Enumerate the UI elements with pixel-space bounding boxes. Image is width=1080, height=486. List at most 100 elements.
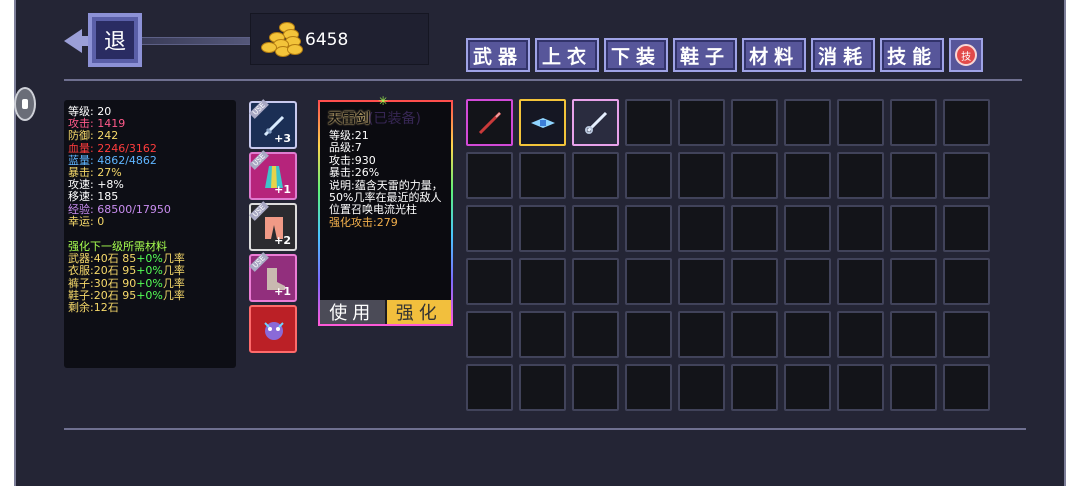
inventory-slot[interactable] [572,205,619,252]
tab-weapon[interactable]: 武器 [466,38,531,72]
inventory-slot[interactable] [466,364,513,411]
inventory-slot[interactable] [784,258,831,305]
inventory-slot[interactable] [466,152,513,199]
inventory-slot[interactable] [519,258,566,305]
inventory-slot[interactable] [572,311,619,358]
inventory-slot[interactable] [678,311,725,358]
tab-materials[interactable]: 材料 [742,38,807,72]
gold-panel: 6458 [250,13,429,65]
gold-coins-icon [255,20,303,58]
inventory-slot[interactable] [784,311,831,358]
inventory-slot[interactable] [943,364,990,411]
inventory-slot[interactable] [678,364,725,411]
inventory-slot[interactable] [519,205,566,252]
back-label: 退 [96,21,134,59]
header-decoration [142,37,252,45]
stat-hp: 血量: 2246/3162 [68,141,157,155]
inventory-slot[interactable] [784,364,831,411]
inventory-slot[interactable] [519,152,566,199]
skill-refresh-icon: 技 [955,44,978,66]
armor-plus: +1 [274,183,291,196]
inventory-slot[interactable] [784,99,831,146]
tab-consumables[interactable]: 消耗 [811,38,876,72]
inventory-slot[interactable] [466,258,513,305]
inventory-slot[interactable] [837,258,884,305]
skill-refresh-button[interactable]: 技 [949,38,984,72]
inventory-slot[interactable] [625,99,672,146]
ice-blade-icon [531,118,555,128]
gold-amount: 6458 [305,30,349,50]
inventory-slot[interactable] [837,364,884,411]
inventory-slot[interactable] [678,99,725,146]
inventory-slot[interactable] [890,258,937,305]
inventory-slot[interactable] [625,364,672,411]
tab-top[interactable]: 上衣 [535,38,600,72]
inventory-slot[interactable] [572,152,619,199]
item-actions: 使用 强化 [320,300,451,324]
inventory-slot[interactable] [784,152,831,199]
inventory-slot[interactable] [519,99,566,146]
inventory-slot[interactable] [943,311,990,358]
item-crit: 暴击:26% [329,166,380,180]
tab-bottom[interactable]: 下装 [604,38,669,72]
equipped-armor-slot[interactable]: USE +1 [249,150,297,200]
inventory-slot[interactable] [466,99,513,146]
inventory-slot[interactable] [731,311,778,358]
tab-shoes[interactable]: 鞋子 [673,38,738,72]
item-enhance-attack: 强化攻击:279 [329,215,398,229]
top-divider [64,79,1022,81]
inventory-slot[interactable] [890,205,937,252]
inventory-slot[interactable] [466,311,513,358]
equipped-weapon-slot[interactable]: USE +3 [249,99,297,149]
inventory-slot[interactable] [625,311,672,358]
inventory-slot[interactable] [837,205,884,252]
item-name: 天雷剑 [328,111,370,127]
stat-exp: 经验: 68500/17950 [68,202,171,216]
pet-creature-icon [264,322,284,340]
red-sword-icon [478,111,502,135]
inventory-slot[interactable] [890,364,937,411]
category-tabs: 武器 上衣 下装 鞋子 材料 消耗 技能 技 [466,38,984,74]
inventory-slot[interactable] [837,99,884,146]
inventory-slot[interactable] [943,152,990,199]
use-button[interactable]: 使用 [320,300,387,324]
equipped-pants-slot[interactable]: USE +2 [249,201,297,251]
equipped-boots-slot[interactable]: USE +1 [249,252,297,302]
equipped-pet-slot[interactable] [249,305,297,353]
side-handle-icon[interactable] [14,87,36,121]
inventory-slot[interactable] [943,258,990,305]
inventory-slot[interactable] [731,152,778,199]
inventory-slot[interactable] [625,258,672,305]
inventory-slot[interactable] [837,152,884,199]
inventory-slot[interactable] [943,205,990,252]
stat-luck: 幸运: 0 [68,214,105,228]
inventory-slot[interactable] [572,258,619,305]
item-detail-panel: ✳ 天雷剑 (已装备) 等级:21 品级:7 攻击:930 暴击:26% 说明:… [318,94,453,326]
inventory-slot[interactable] [572,364,619,411]
pants-plus: +2 [274,234,291,247]
inventory-slot[interactable] [625,205,672,252]
inventory-slot[interactable] [890,152,937,199]
inventory-slot[interactable] [678,258,725,305]
back-button[interactable]: 退 [64,13,144,69]
equipment-slots: USE +3 USE +1 USE +2 USE +1 [249,99,301,356]
inventory-slot[interactable] [837,311,884,358]
inventory-slot[interactable] [731,258,778,305]
inventory-slot[interactable] [678,152,725,199]
stat-move-speed: 移速: 185 [68,190,119,204]
inventory-slot[interactable] [890,311,937,358]
inventory-slot[interactable] [731,99,778,146]
enhance-button[interactable]: 强化 [386,300,451,324]
inventory-slot[interactable] [625,152,672,199]
inventory-slot[interactable] [519,364,566,411]
inventory-slot[interactable] [731,205,778,252]
inventory-slot[interactable] [890,99,937,146]
inventory-slot[interactable] [519,311,566,358]
inventory-slot[interactable] [943,99,990,146]
tab-skills[interactable]: 技能 [880,38,945,72]
inventory-slot[interactable] [784,205,831,252]
inventory-slot[interactable] [466,205,513,252]
inventory-slot[interactable] [678,205,725,252]
inventory-slot[interactable] [572,99,619,146]
inventory-slot[interactable] [731,364,778,411]
